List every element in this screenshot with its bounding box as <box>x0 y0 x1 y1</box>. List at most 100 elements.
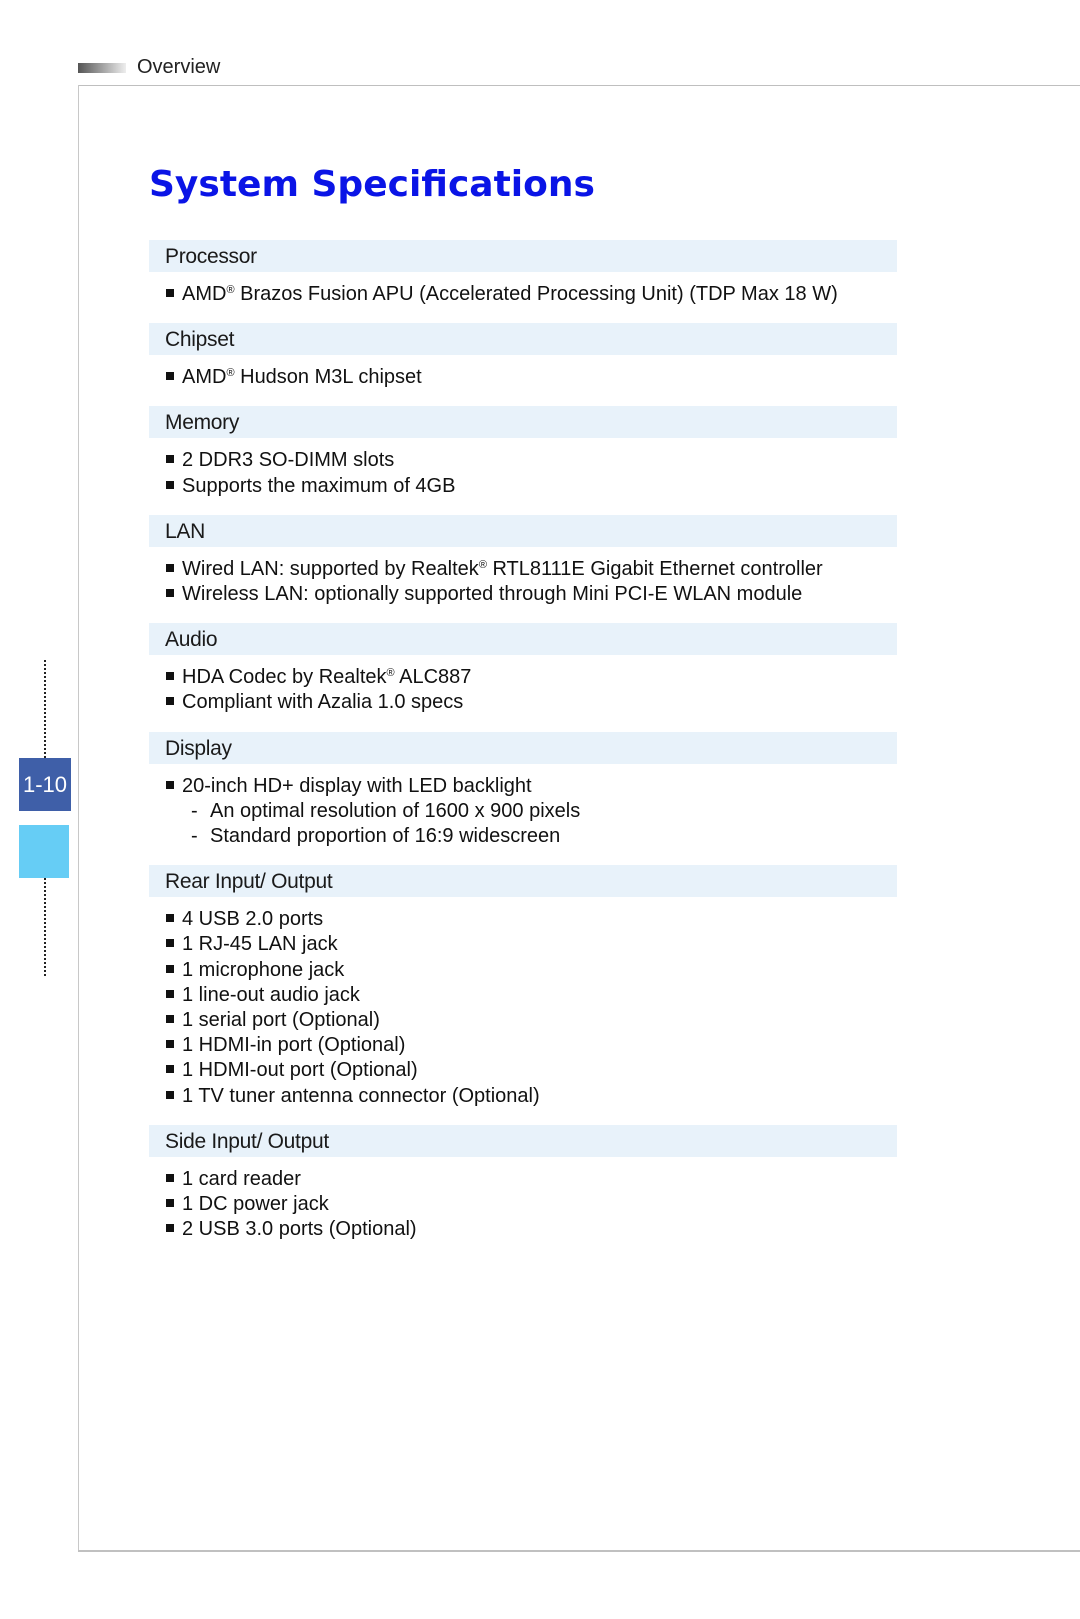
header-gradient-bar <box>78 63 126 73</box>
spec-item: Compliant with Azalia 1.0 specs <box>166 690 897 715</box>
registered-mark: ® <box>226 367 235 380</box>
spec-item-text: 1 TV tuner antenna connector (Optional) <box>182 1084 540 1107</box>
spec-item-text: Wireless LAN: optionally supported throu… <box>182 583 803 606</box>
side-tab-marker <box>19 825 69 878</box>
square-bullet-icon <box>166 480 174 489</box>
spec-list: 4 USB 2.0 ports 1 RJ-45 LAN jack 1 microph… <box>149 897 897 1109</box>
square-bullet-icon <box>166 964 174 973</box>
spec-subitem: - Standard proportion of 16:9 widescreen <box>166 824 897 849</box>
square-bullet-icon <box>166 939 174 948</box>
spec-list: 2 DDR3 SO-DIMM slots Supports the maximum… <box>149 438 897 498</box>
spec-item: 1 RJ-45 LAN jack <box>166 932 897 957</box>
spec-item-text: Supports the maximum of 4GB <box>182 474 456 497</box>
section-heading: Processor <box>149 240 897 272</box>
spec-item-text: 20-inch HD+ display with LED backlight <box>182 774 532 797</box>
square-bullet-icon <box>166 1040 174 1049</box>
spec-list: 1 card reader 1 DC power jack 2 USB 3.0 po… <box>149 1157 897 1243</box>
spec-item: 4 USB 2.0 ports <box>166 907 897 932</box>
spec-section: Processor AMD® Brazos Fusion APU (Acceler… <box>149 240 897 307</box>
spec-item-text: 1 serial port (Optional) <box>182 1009 380 1032</box>
side-dotted-line-bottom <box>44 878 46 976</box>
spec-item: 1 HDMI-out port (Optional) <box>166 1058 897 1083</box>
spec-item-text: Wired LAN: supported by Realtek <box>182 557 479 580</box>
spec-item-text: 1 line-out audio jack <box>182 983 360 1006</box>
spec-item-text: 4 USB 2.0 ports <box>182 908 324 931</box>
spec-item: AMD® Brazos Fusion APU (Accelerated Proc… <box>166 282 897 307</box>
spec-section: Chipset AMD® Hudson M3L chipset <box>149 323 897 390</box>
spec-list: AMD® Brazos Fusion APU (Accelerated Proc… <box>149 272 897 307</box>
spec-item-text: 1 microphone jack <box>182 958 345 981</box>
header-section-label: Overview <box>137 56 221 78</box>
spec-list: 20-inch HD+ display with LED backlight - A… <box>149 764 897 850</box>
square-bullet-icon <box>166 1065 174 1074</box>
square-bullet-icon <box>166 289 174 297</box>
square-bullet-icon <box>166 914 174 923</box>
spec-list: Wired LAN: supported by Realtek® RTL8111… <box>149 547 897 607</box>
square-bullet-icon <box>166 563 174 572</box>
square-bullet-icon <box>166 697 174 706</box>
registered-mark: ® <box>226 284 235 296</box>
spec-item-text-cont: Brazos Fusion APU (Accelerated Processin… <box>234 283 838 305</box>
dash-bullet-icon: - <box>191 799 198 822</box>
spec-section: Audio HDA Codec by Realtek® ALC887 Complia… <box>149 623 897 715</box>
spec-subitem: - An optimal resolution of 1600 x 900 pix… <box>166 799 897 824</box>
spec-item-text: 2 DDR3 SO-DIMM slots <box>182 449 395 472</box>
registered-mark: ® <box>386 667 395 680</box>
section-heading: Display <box>149 731 897 764</box>
square-bullet-icon <box>166 1224 174 1233</box>
square-bullet-icon <box>166 989 174 998</box>
spec-item-text: 1 HDMI-out port (Optional) <box>182 1059 418 1082</box>
square-bullet-icon <box>166 589 174 598</box>
spec-item: 1 microphone jack <box>166 958 897 983</box>
spec-item: 1 serial port (Optional) <box>166 1008 897 1033</box>
section-heading: Rear Input/ Output <box>149 865 897 898</box>
spec-item: 2 USB 3.0 ports (Optional) <box>166 1217 897 1242</box>
spec-item: 2 DDR3 SO-DIMM slots <box>166 448 897 473</box>
spec-section: Display 20-inch HD+ display with LED back… <box>149 731 897 850</box>
section-heading: LAN <box>149 514 897 547</box>
section-heading: Side Input/ Output <box>149 1124 897 1157</box>
section-heading: Memory <box>149 406 897 439</box>
frame-top-rule <box>78 85 1080 86</box>
spec-item-text: 1 DC power jack <box>182 1193 329 1216</box>
spec-item-text: 1 RJ-45 LAN jack <box>182 933 338 956</box>
spec-section: Rear Input/ Output 4 USB 2.0 ports 1 RJ-45… <box>149 865 897 1109</box>
spec-subitem-text: Standard proportion of 16:9 widescreen <box>210 825 561 848</box>
spec-item: 1 TV tuner antenna connector (Optional) <box>166 1084 897 1109</box>
frame-left-rule <box>78 85 79 1550</box>
page-title: System Specifications <box>149 164 595 205</box>
section-heading: Chipset <box>149 323 897 356</box>
spec-item: Supports the maximum of 4GB <box>166 474 897 499</box>
page-number-badge: 1-10 <box>19 758 71 811</box>
spec-item: 1 card reader <box>166 1167 897 1192</box>
spec-section: LAN Wired LAN: supported by Realtek® RTL8… <box>149 514 897 607</box>
spec-sections: Processor AMD® Brazos Fusion APU (Acceler… <box>149 240 897 1258</box>
square-bullet-icon <box>166 1199 174 1208</box>
spec-item-text: 1 card reader <box>182 1167 301 1190</box>
square-bullet-icon <box>166 1173 174 1182</box>
square-bullet-icon <box>166 455 174 464</box>
section-heading: Audio <box>149 623 897 656</box>
spec-item-text: AMD <box>182 283 227 305</box>
spec-item-text: AMD <box>182 366 227 389</box>
spec-section: Memory 2 DDR3 SO-DIMM slots Supports the m… <box>149 406 897 498</box>
square-bullet-icon <box>166 780 174 789</box>
side-dotted-line-top <box>44 660 46 758</box>
spec-item-text-cont: Hudson M3L chipset <box>234 366 422 389</box>
spec-item-text: 2 USB 3.0 ports (Optional) <box>182 1218 417 1241</box>
square-bullet-icon <box>166 1090 174 1099</box>
square-bullet-icon <box>166 672 174 681</box>
spec-item-text-cont: ALC887 <box>394 666 472 689</box>
spec-item-text-cont: RTL8111E Gigabit Ethernet controller <box>486 557 823 580</box>
spec-list: AMD® Hudson M3L chipset <box>149 355 897 390</box>
frame-bottom-rule <box>78 1550 1080 1552</box>
spec-item: 1 HDMI-in port (Optional) <box>166 1033 897 1058</box>
square-bullet-icon <box>166 372 174 381</box>
square-bullet-icon <box>166 1015 174 1024</box>
spec-item: 20-inch HD+ display with LED backlight <box>166 774 897 799</box>
spec-item: 1 DC power jack <box>166 1192 897 1217</box>
spec-item: Wired LAN: supported by Realtek® RTL8111… <box>166 557 897 582</box>
spec-section: Side Input/ Output 1 card reader 1 DC powe… <box>149 1124 897 1243</box>
dash-bullet-icon: - <box>191 825 198 848</box>
spec-item: AMD® Hudson M3L chipset <box>166 365 897 390</box>
